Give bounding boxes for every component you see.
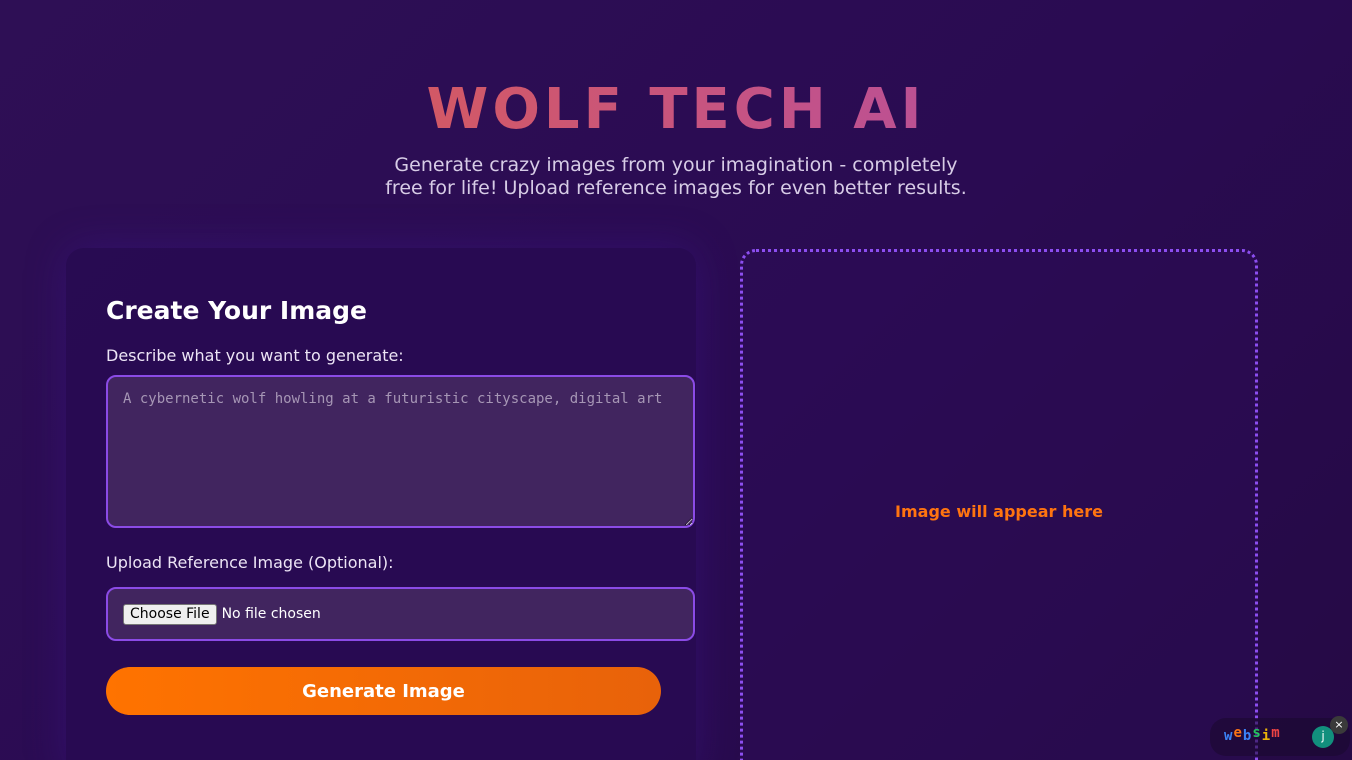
generate-image-button[interactable]: Generate Image	[106, 667, 661, 715]
websim-logo-letter: m	[1271, 725, 1281, 741]
prompt-input[interactable]	[106, 375, 695, 528]
file-upload-field[interactable]: Choose File No file chosen	[106, 587, 695, 641]
page-subtitle: Generate crazy images from your imaginat…	[385, 154, 967, 199]
websim-badge[interactable]: websim j ×	[1210, 716, 1350, 756]
page-header: WOLF TECH AI Generate crazy images from …	[0, 78, 1352, 200]
panel-title: Create Your Image	[106, 296, 367, 325]
page-title: WOLF TECH AI	[0, 78, 1352, 142]
upload-label: Upload Reference Image (Optional):	[106, 553, 394, 572]
create-image-panel: Create Your Image Describe what you want…	[66, 248, 696, 760]
prompt-label: Describe what you want to generate:	[106, 346, 404, 365]
close-icon[interactable]: ×	[1330, 716, 1348, 734]
websim-logo-letter: s	[1252, 725, 1262, 741]
file-status-text: No file chosen	[221, 606, 321, 622]
choose-file-button[interactable]: Choose File	[123, 603, 217, 625]
websim-logo-letter: e	[1233, 725, 1243, 741]
websim-logo-letter: b	[1242, 728, 1253, 744]
websim-logo-letter: i	[1261, 728, 1272, 744]
websim-logo: websim	[1224, 725, 1281, 744]
image-preview-area: Image will appear here	[740, 249, 1258, 760]
preview-placeholder-text: Image will appear here	[895, 502, 1103, 521]
